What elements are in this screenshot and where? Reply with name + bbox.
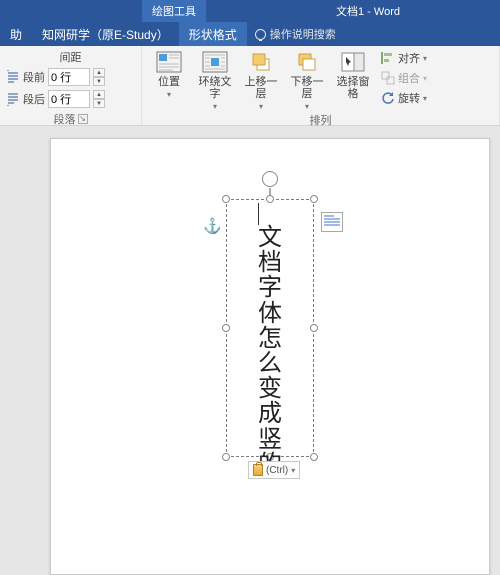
chevron-down-icon: ▾ (259, 102, 263, 111)
send-backward-label: 下移一层 (286, 76, 328, 100)
paste-options-label: (Ctrl) (266, 465, 288, 476)
tab-estudy[interactable]: 知网研学（原E-Study） (32, 22, 179, 46)
resize-handle-tl[interactable] (222, 195, 230, 203)
send-backward-button[interactable]: 下移一层 ▾ (286, 48, 328, 111)
wrap-text-label: 环绕文 字 (199, 76, 232, 100)
group-paragraph: 间距 段前 ▲▼ 段后 ▲▼ 段落 ↘ (0, 46, 142, 125)
spacing-after-input[interactable] (48, 90, 90, 108)
rotate-icon (381, 91, 395, 105)
anchor-icon[interactable]: ⚓ (203, 217, 222, 235)
chevron-down-icon: ▾ (213, 102, 217, 111)
title-bar: 绘图工具 文档1 - Word (0, 0, 500, 22)
document-page[interactable]: ⚓ 文档字体怎么变成竖的 (Ctrl) ▾ (50, 138, 490, 575)
tell-me-search[interactable]: 操作说明搜索 (247, 22, 344, 46)
align-icon (381, 51, 395, 65)
spacing-after-stepper[interactable]: ▲▼ (93, 90, 105, 108)
position-label: 位置 (158, 76, 180, 88)
resize-handle-bl[interactable] (222, 453, 230, 461)
spacing-before-icon (6, 70, 20, 84)
resize-handle-ml[interactable] (222, 324, 230, 332)
group-button[interactable]: 组合▾ (378, 68, 430, 88)
spacing-header: 间距 (6, 48, 135, 66)
spacing-before-stepper[interactable]: ▲▼ (93, 68, 105, 86)
resize-handle-tr[interactable] (310, 195, 318, 203)
resize-handle-mr[interactable] (310, 324, 318, 332)
ribbon-tabs: 助 知网研学（原E-Study） 形状格式 操作说明搜索 (0, 22, 500, 46)
text-box[interactable]: 文档字体怎么变成竖的 (226, 199, 314, 457)
selection-pane-button[interactable]: 选择窗格 (332, 48, 374, 100)
bring-forward-icon (247, 50, 275, 74)
lightbulb-icon (255, 29, 266, 40)
spacing-after-label: 段后 (23, 91, 45, 107)
group-arrange: 位置 ▾ 环绕文 字 ▾ 上移一层 ▾ 下移一 (142, 46, 500, 125)
spacing-before-input[interactable] (48, 68, 90, 86)
document-title: 文档1 - Word (336, 3, 400, 19)
rotate-button[interactable]: 旋转▾ (378, 88, 430, 108)
wrap-text-button[interactable]: 环绕文 字 ▾ (194, 48, 236, 111)
selection-pane-label: 选择窗格 (332, 76, 374, 100)
send-backward-icon (293, 50, 321, 74)
group-label: 组合 (398, 70, 420, 86)
tab-shape-format[interactable]: 形状格式 (179, 22, 247, 46)
contextual-tab-group: 绘图工具 (142, 0, 206, 22)
position-button[interactable]: 位置 ▾ (148, 48, 190, 99)
tab-help[interactable]: 助 (0, 22, 32, 46)
bring-forward-button[interactable]: 上移一层 ▾ (240, 48, 282, 111)
chevron-down-icon: ▾ (291, 466, 295, 475)
tell-me-label: 操作说明搜索 (270, 26, 336, 42)
align-button[interactable]: 对齐▾ (378, 48, 430, 68)
chevron-down-icon: ▾ (167, 90, 171, 99)
paragraph-group-label: 段落 (54, 111, 76, 127)
layout-options-button[interactable] (321, 212, 343, 232)
ribbon: 间距 段前 ▲▼ 段后 ▲▼ 段落 ↘ (0, 46, 500, 126)
resize-handle-tm[interactable] (266, 195, 274, 203)
paste-options-button[interactable]: (Ctrl) ▾ (248, 461, 300, 479)
wrap-text-icon (201, 50, 229, 74)
spacing-after-icon (6, 92, 20, 106)
rotate-label: 旋转 (398, 90, 420, 106)
position-icon (155, 50, 183, 74)
spacing-before-row: 段前 ▲▼ (6, 68, 105, 86)
clipboard-icon (253, 464, 263, 476)
spacing-after-row: 段后 ▲▼ (6, 90, 105, 108)
spacing-before-label: 段前 (23, 69, 45, 85)
selection-pane-icon (339, 50, 367, 74)
align-label: 对齐 (398, 50, 420, 66)
arrange-small-stack: 对齐▾ 组合▾ 旋转▾ (378, 48, 430, 108)
chevron-down-icon: ▾ (305, 102, 309, 111)
group-icon (381, 71, 395, 85)
rotation-handle[interactable] (262, 171, 278, 187)
vertical-text-content[interactable]: 文档字体怎么变成竖的 (230, 203, 310, 453)
workspace: ⚓ 文档字体怎么变成竖的 (Ctrl) ▾ (0, 126, 500, 575)
paragraph-dialog-launcher[interactable]: ↘ (78, 114, 88, 124)
resize-handle-br[interactable] (310, 453, 318, 461)
bring-forward-label: 上移一层 (240, 76, 282, 100)
